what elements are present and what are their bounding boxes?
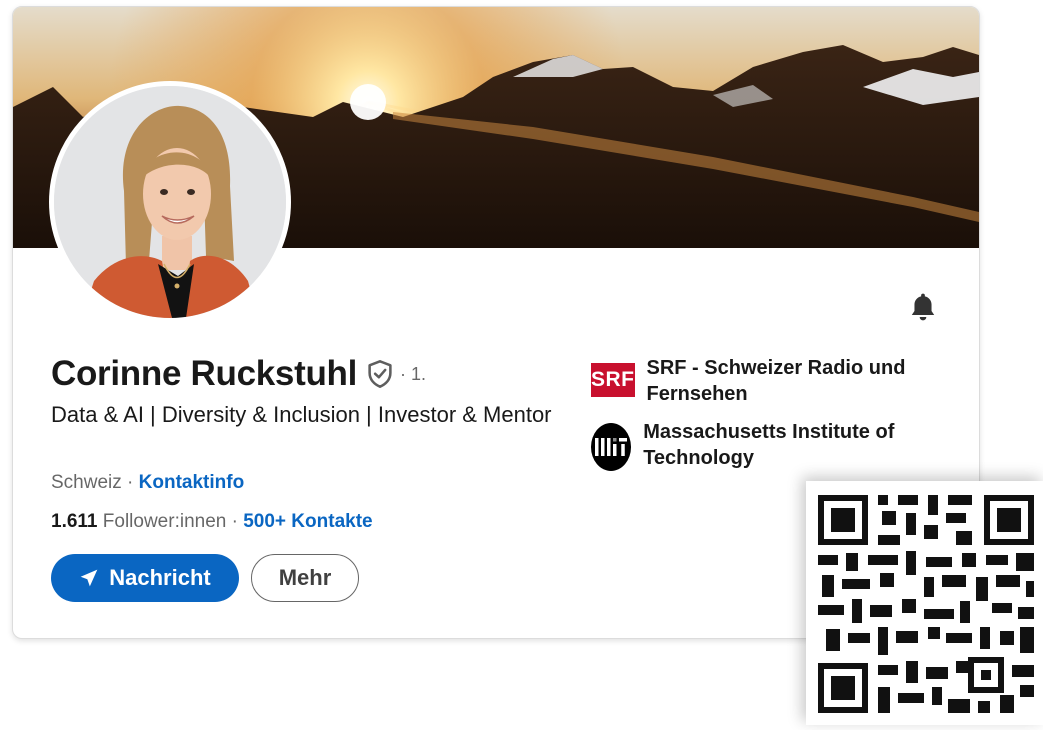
location-row: Schweiz · Kontaktinfo — [51, 472, 244, 494]
bell-icon — [911, 293, 935, 321]
message-button-label: Nachricht — [109, 565, 211, 590]
followers-count: 1.611 — [51, 511, 98, 532]
notification-bell-button[interactable] — [903, 287, 943, 327]
mit-logo — [591, 423, 632, 471]
followers-label: Follower:innen — [97, 511, 227, 532]
connections-link[interactable]: 500+ Kontakte — [243, 511, 372, 532]
profile-photo-image — [54, 86, 286, 318]
more-button-label: Mehr — [278, 565, 332, 590]
profile-photo[interactable] — [49, 81, 291, 323]
more-button[interactable]: Mehr — [251, 554, 359, 602]
profile-name: Corinne Ruckstuhl — [51, 354, 358, 393]
contact-info-link[interactable]: Kontaktinfo — [139, 472, 245, 493]
qr-code — [806, 481, 1043, 725]
connections-row: 1.611 Follower:innen · 500+ Kontakte — [51, 511, 373, 533]
name-row: Corinne Ruckstuhl · 1. — [51, 354, 426, 394]
message-button[interactable]: Nachricht — [51, 554, 239, 602]
paper-plane-icon — [80, 569, 98, 587]
organization-srf-name: SRF - Schweizer Radio und Fernsehen — [646, 357, 906, 405]
srf-logo: SRF — [591, 363, 635, 397]
mit-logo-mark — [595, 438, 628, 456]
organization-mit-name: Massachusetts Institute of Technology — [643, 421, 895, 469]
qr-code-image — [806, 481, 1043, 725]
location-separator: · — [121, 472, 139, 493]
location-text: Schweiz — [51, 472, 122, 493]
organization-srf[interactable]: SRF SRF - Schweizer Radio und Fernsehen — [591, 355, 951, 407]
profile-headline: Data & AI | Diversity & Inclusion | Inve… — [51, 402, 552, 427]
connections-separator: · — [226, 511, 244, 532]
connection-degree: · 1. — [400, 363, 427, 384]
organization-mit[interactable]: Massachusetts Institute of Technology — [591, 419, 951, 471]
shield-check-icon[interactable] — [366, 359, 394, 389]
